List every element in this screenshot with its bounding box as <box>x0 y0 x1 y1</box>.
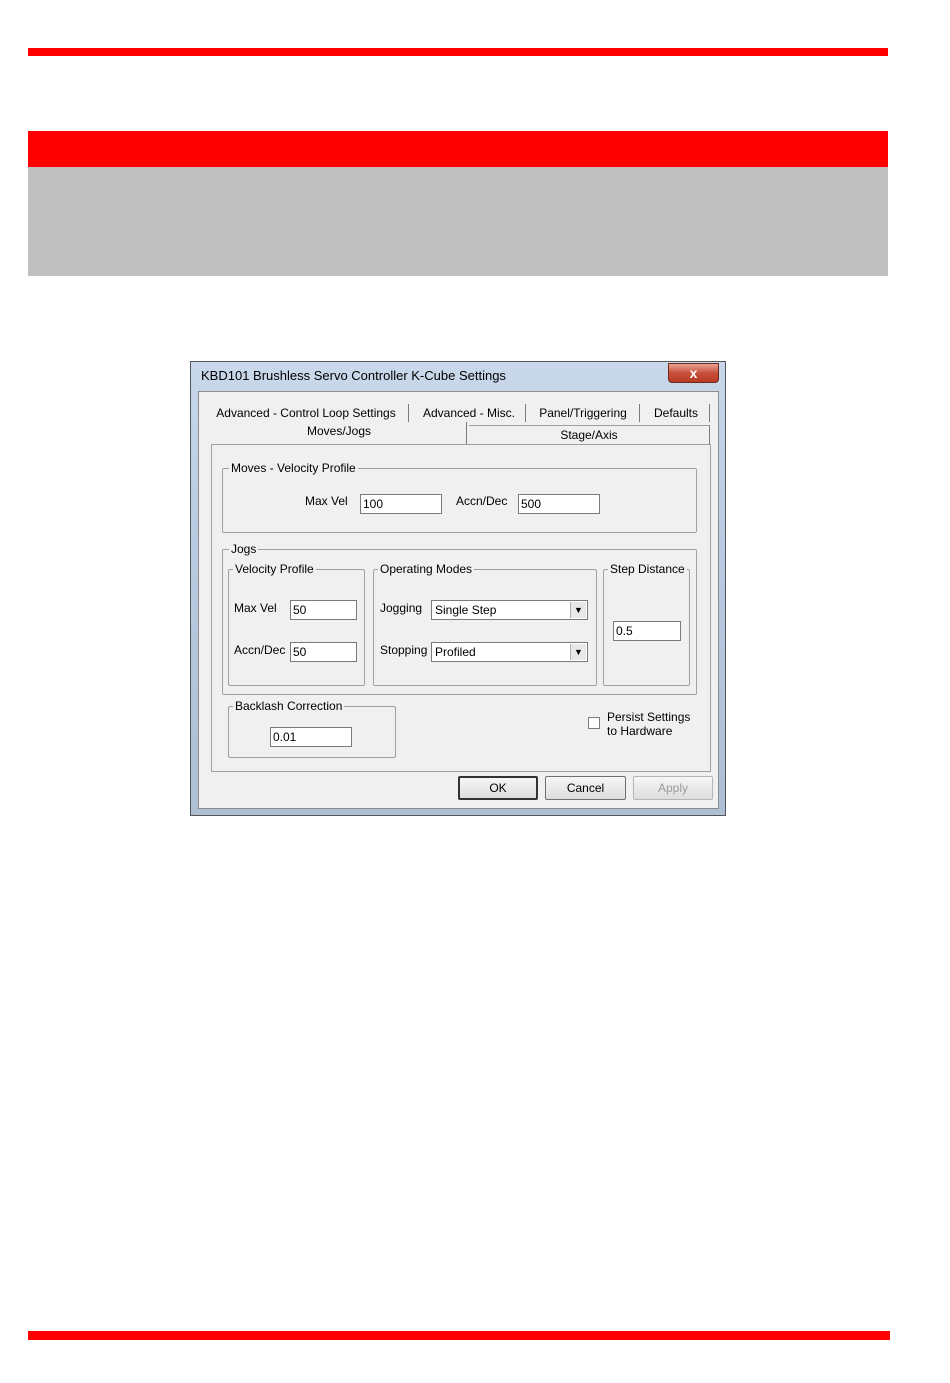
apply-button[interactable]: Apply <box>633 776 713 800</box>
persist-settings-checkbox[interactable] <box>588 717 600 729</box>
tab-advanced-control-loop[interactable]: Advanced - Control Loop Settings <box>213 404 399 422</box>
persist-settings-label-line2: to Hardware <box>607 724 673 738</box>
tab-separator <box>525 404 526 422</box>
accn-dec-label: Accn/Dec <box>456 494 508 508</box>
tab-separator <box>639 404 640 422</box>
group-title: Backlash Correction <box>233 699 345 713</box>
jogging-label: Jogging <box>380 601 423 615</box>
stopping-label: Stopping <box>380 643 428 657</box>
tab-advanced-misc[interactable]: Advanced - Misc. <box>413 404 525 422</box>
stopping-select[interactable]: Profiled ▼ <box>431 642 588 662</box>
dialog-client-area: Advanced - Control Loop Settings Advance… <box>198 391 719 809</box>
top-red-rule <box>28 48 888 56</box>
accn-dec-input[interactable]: 500 <box>518 494 600 514</box>
step-distance-group: Step Distance 0.5 <box>603 562 690 686</box>
jog-accn-dec-input[interactable]: 50 <box>290 642 357 662</box>
cancel-button[interactable]: Cancel <box>545 776 626 800</box>
tab-separator <box>709 404 710 422</box>
chevron-down-icon[interactable]: ▼ <box>570 602 586 618</box>
backlash-correction-group: Backlash Correction 0.01 <box>228 699 396 758</box>
header-grey-band <box>28 167 888 276</box>
tab-defaults[interactable]: Defaults <box>645 404 707 422</box>
jog-max-vel-label: Max Vel <box>234 601 277 615</box>
jog-max-vel-input[interactable]: 50 <box>290 600 357 620</box>
jogging-selected-value: Single Step <box>435 603 497 617</box>
persist-settings-label[interactable]: Persist Settings to Hardware <box>607 710 690 738</box>
group-title: Jogs <box>229 542 259 556</box>
tab-separator <box>408 404 409 422</box>
group-title: Operating Modes <box>378 562 475 576</box>
persist-settings-label-line1: Persist Settings <box>607 710 691 724</box>
tab-moves-jogs-label: Moves/Jogs <box>306 424 372 438</box>
max-vel-label: Max Vel <box>305 494 348 508</box>
tab-separator <box>466 422 467 444</box>
chevron-down-icon[interactable]: ▼ <box>570 644 586 660</box>
group-title: Moves - Velocity Profile <box>229 461 358 475</box>
dialog-title: KBD101 Brushless Servo Controller K-Cube… <box>201 368 506 383</box>
tab-panel-triggering[interactable]: Panel/Triggering <box>531 404 635 422</box>
moves-velocity-profile-group: Moves - Velocity Profile Max Vel 100 Acc… <box>222 461 697 533</box>
header-red-band <box>28 131 888 167</box>
backlash-correction-input[interactable]: 0.01 <box>270 727 352 747</box>
close-icon: x <box>689 365 698 381</box>
close-button[interactable]: x <box>668 363 719 383</box>
moves-jogs-panel: Moves - Velocity Profile Max Vel 100 Acc… <box>211 444 711 772</box>
jog-velocity-profile-group: Velocity Profile Max Vel 50 Accn/Dec 50 <box>228 562 365 686</box>
group-title: Velocity Profile <box>233 562 316 576</box>
jog-accn-dec-label: Accn/Dec <box>234 643 286 657</box>
group-title: Step Distance <box>608 562 687 576</box>
settings-dialog: KBD101 Brushless Servo Controller K-Cube… <box>190 361 726 816</box>
step-distance-input[interactable]: 0.5 <box>613 621 681 641</box>
ok-button[interactable]: OK <box>458 776 538 800</box>
operating-modes-group: Operating Modes Jogging Single Step ▼ St… <box>373 562 597 686</box>
tab-stage-axis[interactable]: Stage/Axis <box>469 425 709 444</box>
jogging-select[interactable]: Single Step ▼ <box>431 600 588 620</box>
max-vel-input[interactable]: 100 <box>360 494 442 514</box>
tab-separator <box>709 425 710 444</box>
jogs-group: Jogs Velocity Profile Max Vel 50 Accn/De… <box>222 542 697 695</box>
bottom-red-rule <box>28 1331 890 1340</box>
stopping-selected-value: Profiled <box>435 645 476 659</box>
